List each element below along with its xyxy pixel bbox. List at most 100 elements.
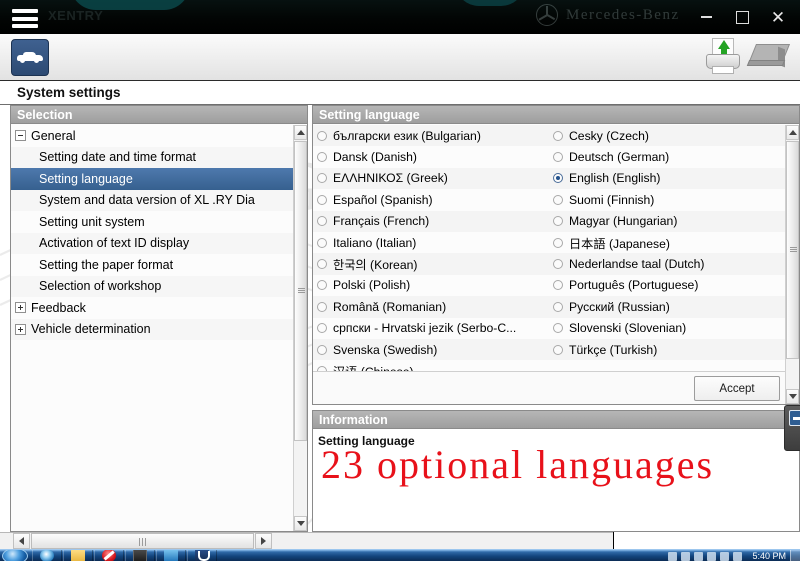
windows-start-orb-icon[interactable] xyxy=(2,550,28,561)
language-option[interactable]: Română (Romanian) xyxy=(313,296,549,318)
language-scroll-thumb[interactable] xyxy=(786,141,799,359)
selection-tree[interactable]: General Setting date and time format Setti… xyxy=(11,125,293,531)
scroll-up-button[interactable] xyxy=(294,125,307,140)
radio-button-icon[interactable] xyxy=(317,237,327,248)
radio-button-icon[interactable] xyxy=(317,194,327,205)
taskbar-clock[interactable]: 5:40 PM xyxy=(752,550,786,561)
blue-app-icon[interactable] xyxy=(156,550,186,561)
language-option[interactable]: Русский (Russian) xyxy=(549,296,785,318)
selection-scrollbar[interactable] xyxy=(293,125,307,531)
language-option[interactable]: Deutsch (German) xyxy=(549,146,785,167)
scroll-right-button[interactable] xyxy=(255,533,272,549)
radio-button-icon[interactable] xyxy=(317,152,327,163)
sidebar-item-selection-of-workshop[interactable]: Selection of workshop xyxy=(11,275,293,297)
language-option[interactable]: Polski (Polish) xyxy=(313,275,549,296)
internet-explorer-icon[interactable] xyxy=(32,550,62,561)
language-option[interactable]: ΕΛΛΗΝΙΚΟΣ (Greek) xyxy=(313,167,549,190)
language-option[interactable]: Türkçe (Turkish) xyxy=(549,338,785,361)
close-button[interactable]: ✕ xyxy=(760,0,796,34)
car-icon[interactable] xyxy=(11,39,49,76)
language-option[interactable]: 日本語 (Japanese) xyxy=(549,232,785,253)
horizontal-scrollbar[interactable] xyxy=(0,532,613,549)
blocked-icon[interactable] xyxy=(94,550,124,561)
radio-button-icon[interactable] xyxy=(553,237,563,248)
information-panel: Information Setting language 23 optional… xyxy=(312,410,800,532)
language-option[interactable]: Slovenski (Slovenian) xyxy=(549,318,785,339)
language-option[interactable]: English (English) xyxy=(549,167,785,190)
language-option[interactable]: Suomi (Finnish) xyxy=(549,189,785,210)
sidebar-item-setting-date-and-time-format[interactable]: Setting date and time format xyxy=(11,146,293,168)
radio-button-icon[interactable] xyxy=(553,194,563,205)
language-option[interactable]: Dansk (Danish) xyxy=(313,146,549,167)
language-option[interactable]: 한국의 (Korean) xyxy=(313,253,549,275)
scroll-left-button[interactable] xyxy=(13,533,30,549)
language-option[interactable]: Italiano (Italian) xyxy=(313,232,549,253)
language-list[interactable]: български език (Bulgarian) Dansk (Danish)… xyxy=(313,125,785,371)
language-option[interactable]: Español (Spanish) xyxy=(313,189,549,210)
radio-button-icon[interactable] xyxy=(317,280,327,291)
accept-button[interactable]: Accept xyxy=(694,376,780,401)
folder-icon[interactable] xyxy=(63,550,93,561)
sidebar-item-setting-the-paper-format[interactable]: Setting the paper format xyxy=(11,254,293,276)
radio-button-icon[interactable] xyxy=(317,344,327,355)
radio-button-icon[interactable] xyxy=(317,301,327,312)
language-option[interactable]: Nederlandse taal (Dutch) xyxy=(549,253,785,275)
hamburger-menu-icon[interactable] xyxy=(12,9,38,28)
language-option[interactable]: Svenska (Swedish) xyxy=(313,338,549,361)
radio-button-icon[interactable] xyxy=(317,323,327,334)
radio-button-icon[interactable] xyxy=(553,216,563,227)
radio-button-icon[interactable] xyxy=(553,323,563,334)
tray-icon-2[interactable] xyxy=(681,551,690,561)
tray-icon-5[interactable] xyxy=(720,551,729,561)
tray-icon-6[interactable] xyxy=(733,551,742,561)
radio-button-icon[interactable] xyxy=(317,130,327,141)
language-option[interactable]: Magyar (Hungarian) xyxy=(549,210,785,232)
language-panel-header: Setting language xyxy=(313,106,799,124)
radio-button-icon[interactable] xyxy=(553,130,563,141)
language-option[interactable]: српски - Hrvatski jezik (Serbo-C... xyxy=(313,318,549,339)
side-tab-handle[interactable] xyxy=(784,405,800,451)
sidebar-item-system-and-data-version-of-xl-ry-dia[interactable]: System and data version of XL .RY Dia xyxy=(11,189,293,211)
sidebar-item-activation-of-text-id-display[interactable]: Activation of text ID display xyxy=(11,232,293,254)
printer-upload-icon[interactable] xyxy=(703,38,743,78)
disk-drive-icon[interactable] xyxy=(125,550,155,561)
tray-icon-1[interactable] xyxy=(668,551,677,561)
radio-button-icon[interactable] xyxy=(553,344,563,355)
radio-button-icon[interactable] xyxy=(553,173,563,184)
expand-icon[interactable] xyxy=(15,302,26,314)
horizontal-scroll-thumb[interactable] xyxy=(31,533,254,549)
maximize-button[interactable] xyxy=(724,0,760,34)
language-scrollbar[interactable] xyxy=(785,125,799,404)
minimize-button[interactable] xyxy=(688,0,724,34)
sidebar-item-feedback[interactable]: Feedback xyxy=(11,297,293,319)
scroll-thumb[interactable] xyxy=(294,141,307,441)
expand-icon[interactable] xyxy=(15,323,26,335)
radio-button-icon[interactable] xyxy=(553,259,563,270)
sidebar-item-general[interactable]: General xyxy=(11,125,293,147)
radio-button-icon[interactable] xyxy=(317,216,327,227)
show-desktop-icon[interactable] xyxy=(790,550,800,561)
documents-stack-icon[interactable] xyxy=(746,42,792,74)
sidebar-item-setting-unit-system[interactable]: Setting unit system xyxy=(11,211,293,233)
collapse-icon[interactable] xyxy=(15,130,26,142)
system-tray[interactable] xyxy=(668,550,742,561)
tray-icon-3[interactable] xyxy=(694,551,703,561)
language-option[interactable]: Cesky (Czech) xyxy=(549,125,785,147)
language-option[interactable]: Français (French) xyxy=(313,210,549,232)
language-option[interactable]: 汉语 (Chinese) xyxy=(313,360,549,371)
sidebar-item-setting-language[interactable]: Setting language xyxy=(11,168,293,190)
language-option[interactable]: Português (Portuguese) xyxy=(549,275,785,296)
radio-button-icon[interactable] xyxy=(317,259,327,270)
radio-button-icon[interactable] xyxy=(317,173,327,184)
language-scroll-up-button[interactable] xyxy=(786,125,799,140)
language-option[interactable]: български език (Bulgarian) xyxy=(313,125,549,147)
language-scroll-down-button[interactable] xyxy=(786,389,799,404)
scroll-down-button[interactable] xyxy=(294,516,307,531)
radio-button-icon[interactable] xyxy=(553,301,563,312)
radio-button-icon[interactable] xyxy=(553,280,563,291)
sidebar-item-label: Setting date and time format xyxy=(39,150,197,165)
horseshoe-app-icon[interactable] xyxy=(187,550,217,561)
tray-icon-4[interactable] xyxy=(707,551,716,561)
radio-button-icon[interactable] xyxy=(553,152,563,163)
sidebar-item-vehicle-determination[interactable]: Vehicle determination xyxy=(11,318,293,340)
